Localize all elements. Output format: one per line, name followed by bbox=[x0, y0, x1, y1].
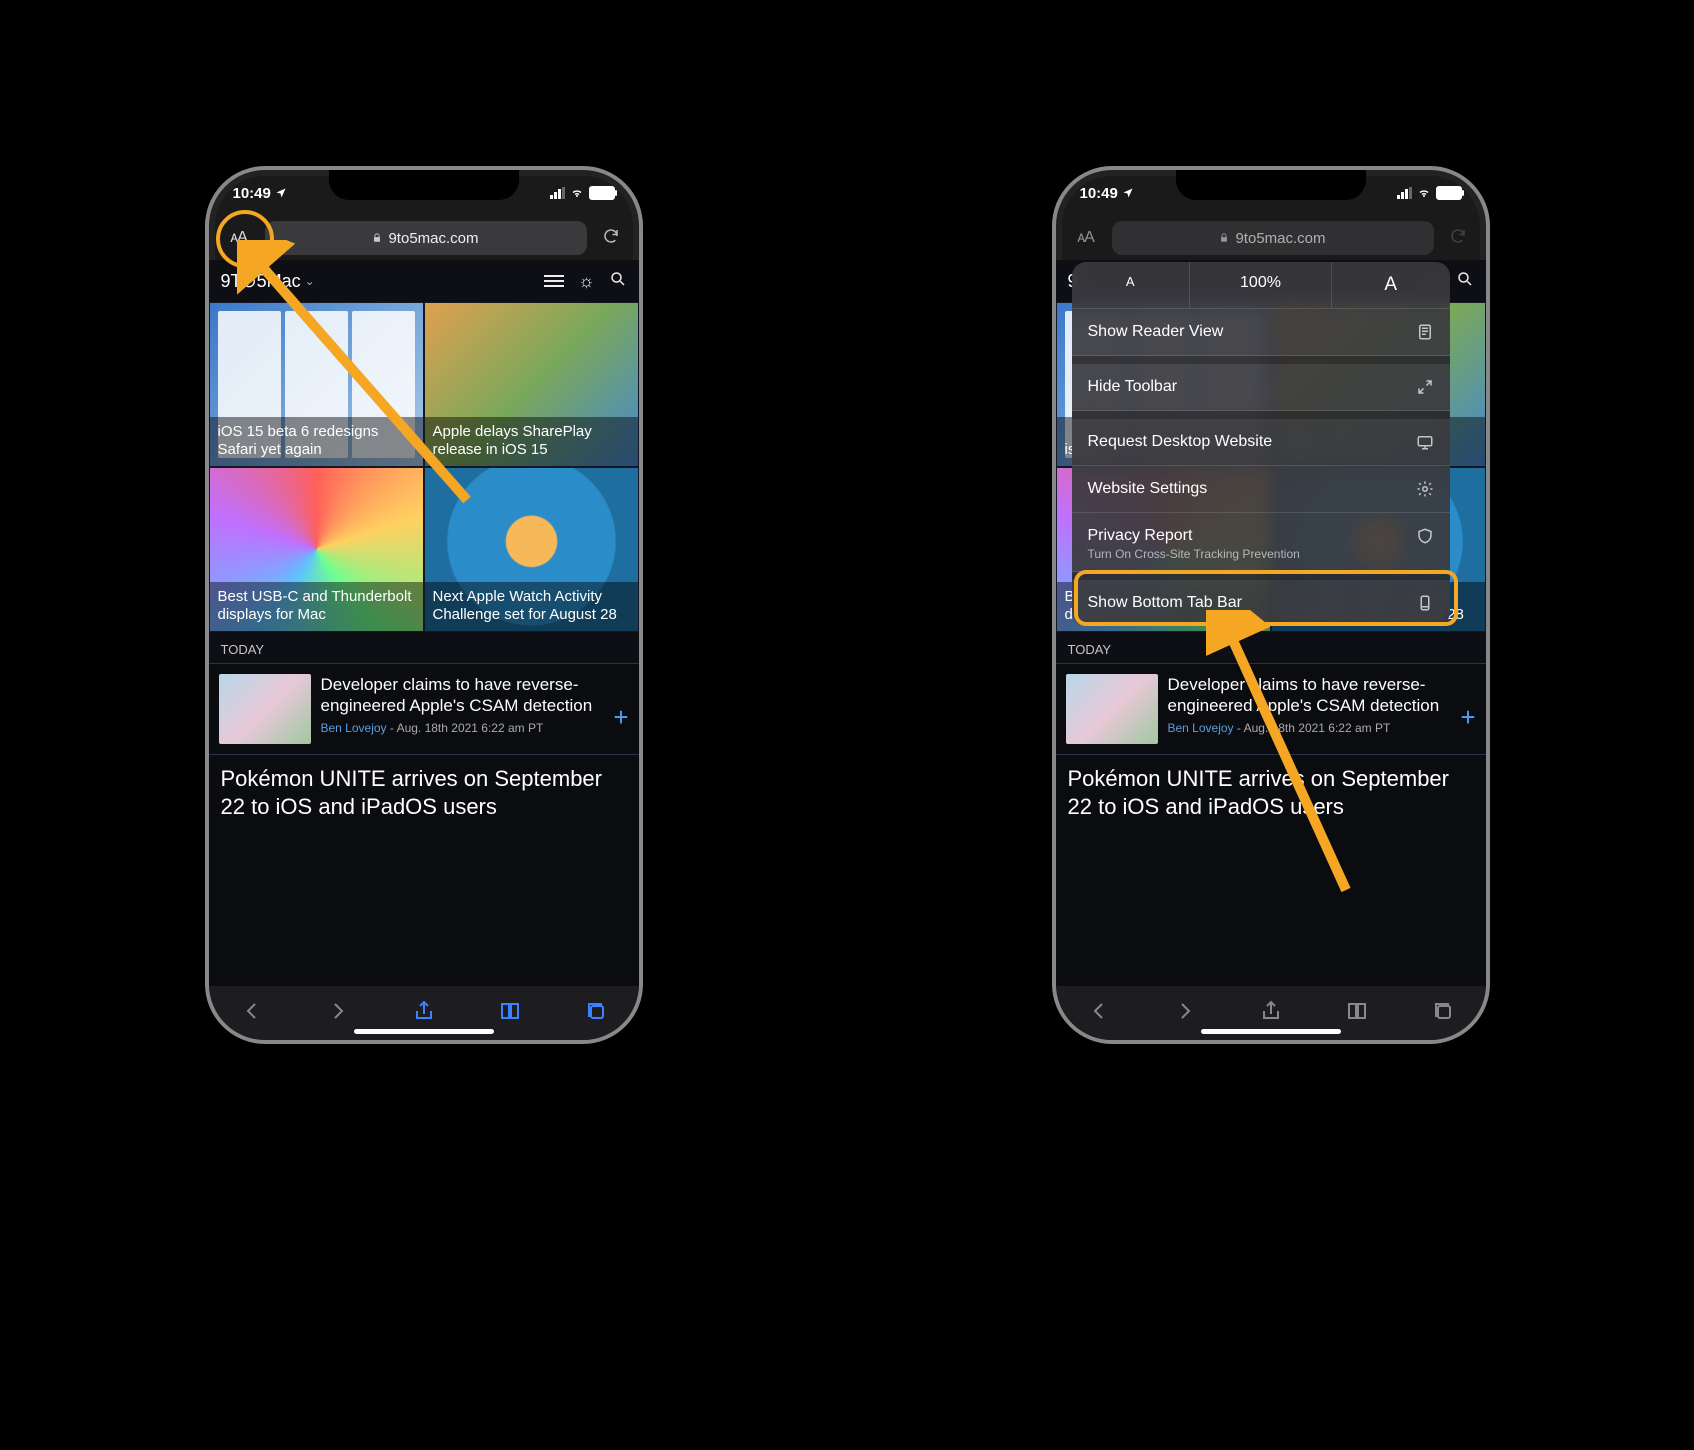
phone-left: 10:49 ᴀA 9to5mac.com 9T⊙5Mac ⌄ ☼ bbox=[205, 166, 643, 1044]
safari-address-bar: ᴀA 9to5mac.com bbox=[221, 220, 627, 256]
cellular-signal-icon bbox=[550, 187, 565, 199]
share-button bbox=[1259, 999, 1283, 1028]
chevron-down-icon: ⌄ bbox=[305, 274, 315, 288]
search-icon[interactable] bbox=[1456, 270, 1474, 293]
story-date: Aug. 18th 2021 6:22 am PT bbox=[397, 721, 544, 735]
status-time: 10:49 bbox=[233, 185, 271, 202]
location-arrow-icon bbox=[275, 187, 287, 199]
forward-button[interactable] bbox=[326, 999, 350, 1028]
url-domain: 9to5mac.com bbox=[1235, 230, 1325, 247]
story-title: Developer claims to have reverse-enginee… bbox=[321, 674, 629, 717]
reload-button[interactable] bbox=[595, 227, 627, 250]
website-settings-item[interactable]: Website Settings bbox=[1072, 466, 1450, 513]
location-arrow-icon bbox=[1122, 187, 1134, 199]
phone-right: 10:49 ᴀA 9to5mac.com 9 ☼ bbox=[1052, 166, 1490, 1044]
site-header: 9T⊙5Mac ⌄ ☼ bbox=[209, 260, 639, 302]
battery-icon bbox=[589, 186, 615, 200]
lock-icon bbox=[1219, 232, 1229, 244]
plus-icon[interactable]: + bbox=[613, 702, 628, 733]
reader-icon bbox=[1416, 323, 1434, 341]
battery-icon bbox=[1436, 186, 1462, 200]
tile-title: Best USB-C and Thunderbolt displays for … bbox=[210, 582, 423, 632]
tile-title: iOS 15 beta 6 redesigns Safari yet again bbox=[210, 417, 423, 467]
story-title-large[interactable]: Pokémon UNITE arrives on September 22 to… bbox=[209, 755, 639, 830]
privacy-report-item[interactable]: Privacy Report Turn On Cross-Site Tracki… bbox=[1072, 513, 1450, 572]
section-today: TODAY bbox=[1056, 632, 1486, 664]
story-author[interactable]: Ben Lovejoy bbox=[321, 721, 387, 735]
plus-icon[interactable]: + bbox=[1460, 702, 1475, 733]
home-indicator[interactable] bbox=[1201, 1029, 1341, 1034]
bookmarks-button bbox=[1345, 999, 1369, 1028]
hide-toolbar-item[interactable]: Hide Toolbar bbox=[1072, 364, 1450, 411]
zoom-in-button[interactable]: A bbox=[1332, 262, 1450, 308]
webpage-content[interactable]: 9T⊙5Mac ⌄ ☼ iOS 15 beta 6 redesigns Safa… bbox=[209, 260, 639, 986]
aA-button[interactable]: ᴀA bbox=[221, 229, 257, 247]
tile[interactable]: iOS 15 beta 6 redesigns Safari yet again bbox=[209, 302, 424, 467]
phone-bottom-bar-icon bbox=[1416, 594, 1434, 612]
notch bbox=[329, 170, 519, 200]
notch bbox=[1176, 170, 1366, 200]
show-bottom-tab-bar-item[interactable]: Show Bottom Tab Bar bbox=[1072, 580, 1450, 626]
url-field[interactable]: 9to5mac.com bbox=[1112, 221, 1434, 255]
expand-icon bbox=[1416, 378, 1434, 396]
status-time: 10:49 bbox=[1080, 185, 1118, 202]
tile[interactable]: Next Apple Watch Activity Challenge set … bbox=[424, 467, 639, 632]
safari-address-bar: ᴀA 9to5mac.com bbox=[1068, 220, 1474, 256]
gear-icon bbox=[1416, 480, 1434, 498]
story-title-large[interactable]: Pokémon UNITE arrives on September 22 to… bbox=[1056, 755, 1486, 830]
site-logo[interactable]: 9T⊙5Mac ⌄ bbox=[221, 271, 315, 292]
url-domain: 9to5mac.com bbox=[388, 230, 478, 247]
menu-icon[interactable] bbox=[544, 275, 564, 287]
story-thumbnail bbox=[1066, 674, 1158, 744]
aA-menu-popover: A 100% A Show Reader View Hide Toolbar R… bbox=[1072, 262, 1450, 626]
zoom-out-button[interactable]: A bbox=[1072, 262, 1191, 308]
story-author[interactable]: Ben Lovejoy bbox=[1168, 721, 1234, 735]
search-icon[interactable] bbox=[609, 270, 627, 293]
sun-icon[interactable]: ☼ bbox=[578, 271, 595, 292]
featured-grid: iOS 15 beta 6 redesigns Safari yet again… bbox=[209, 302, 639, 632]
bookmarks-button[interactable] bbox=[498, 999, 522, 1028]
tabs-button[interactable] bbox=[584, 999, 608, 1028]
url-field[interactable]: 9to5mac.com bbox=[265, 221, 587, 255]
home-indicator[interactable] bbox=[354, 1029, 494, 1034]
tile[interactable]: Best USB-C and Thunderbolt displays for … bbox=[209, 467, 424, 632]
story-thumbnail bbox=[219, 674, 311, 744]
story-date: Aug. 18th 2021 6:22 am PT bbox=[1244, 721, 1391, 735]
tabs-button bbox=[1431, 999, 1455, 1028]
request-desktop-item[interactable]: Request Desktop Website bbox=[1072, 419, 1450, 466]
cellular-signal-icon bbox=[1397, 187, 1412, 199]
tile-title: Next Apple Watch Activity Challenge set … bbox=[425, 582, 638, 632]
story-sep: - bbox=[387, 721, 397, 735]
story-row[interactable]: Developer claims to have reverse-enginee… bbox=[209, 664, 639, 755]
story-title: Developer claims to have reverse-enginee… bbox=[1168, 674, 1476, 717]
zoom-controls: A 100% A bbox=[1072, 262, 1450, 309]
wifi-icon bbox=[1416, 187, 1432, 199]
share-button[interactable] bbox=[412, 999, 436, 1028]
tile[interactable]: Apple delays SharePlay release in iOS 15 bbox=[424, 302, 639, 467]
lock-icon bbox=[372, 232, 382, 244]
wifi-icon bbox=[569, 187, 585, 199]
zoom-percent[interactable]: 100% bbox=[1190, 262, 1332, 308]
tile-title: Apple delays SharePlay release in iOS 15 bbox=[425, 417, 638, 467]
back-button[interactable] bbox=[240, 999, 264, 1028]
desktop-icon bbox=[1416, 433, 1434, 451]
reload-button bbox=[1442, 227, 1474, 250]
story-row[interactable]: Developer claims to have reverse-enginee… bbox=[1056, 664, 1486, 755]
forward-button bbox=[1173, 999, 1197, 1028]
show-reader-view-item[interactable]: Show Reader View bbox=[1072, 309, 1450, 356]
back-button bbox=[1087, 999, 1111, 1028]
aA-button[interactable]: ᴀA bbox=[1068, 229, 1104, 247]
privacy-report-subtitle: Turn On Cross-Site Tracking Prevention bbox=[1088, 547, 1434, 561]
shield-icon bbox=[1416, 527, 1434, 545]
section-today: TODAY bbox=[209, 632, 639, 664]
